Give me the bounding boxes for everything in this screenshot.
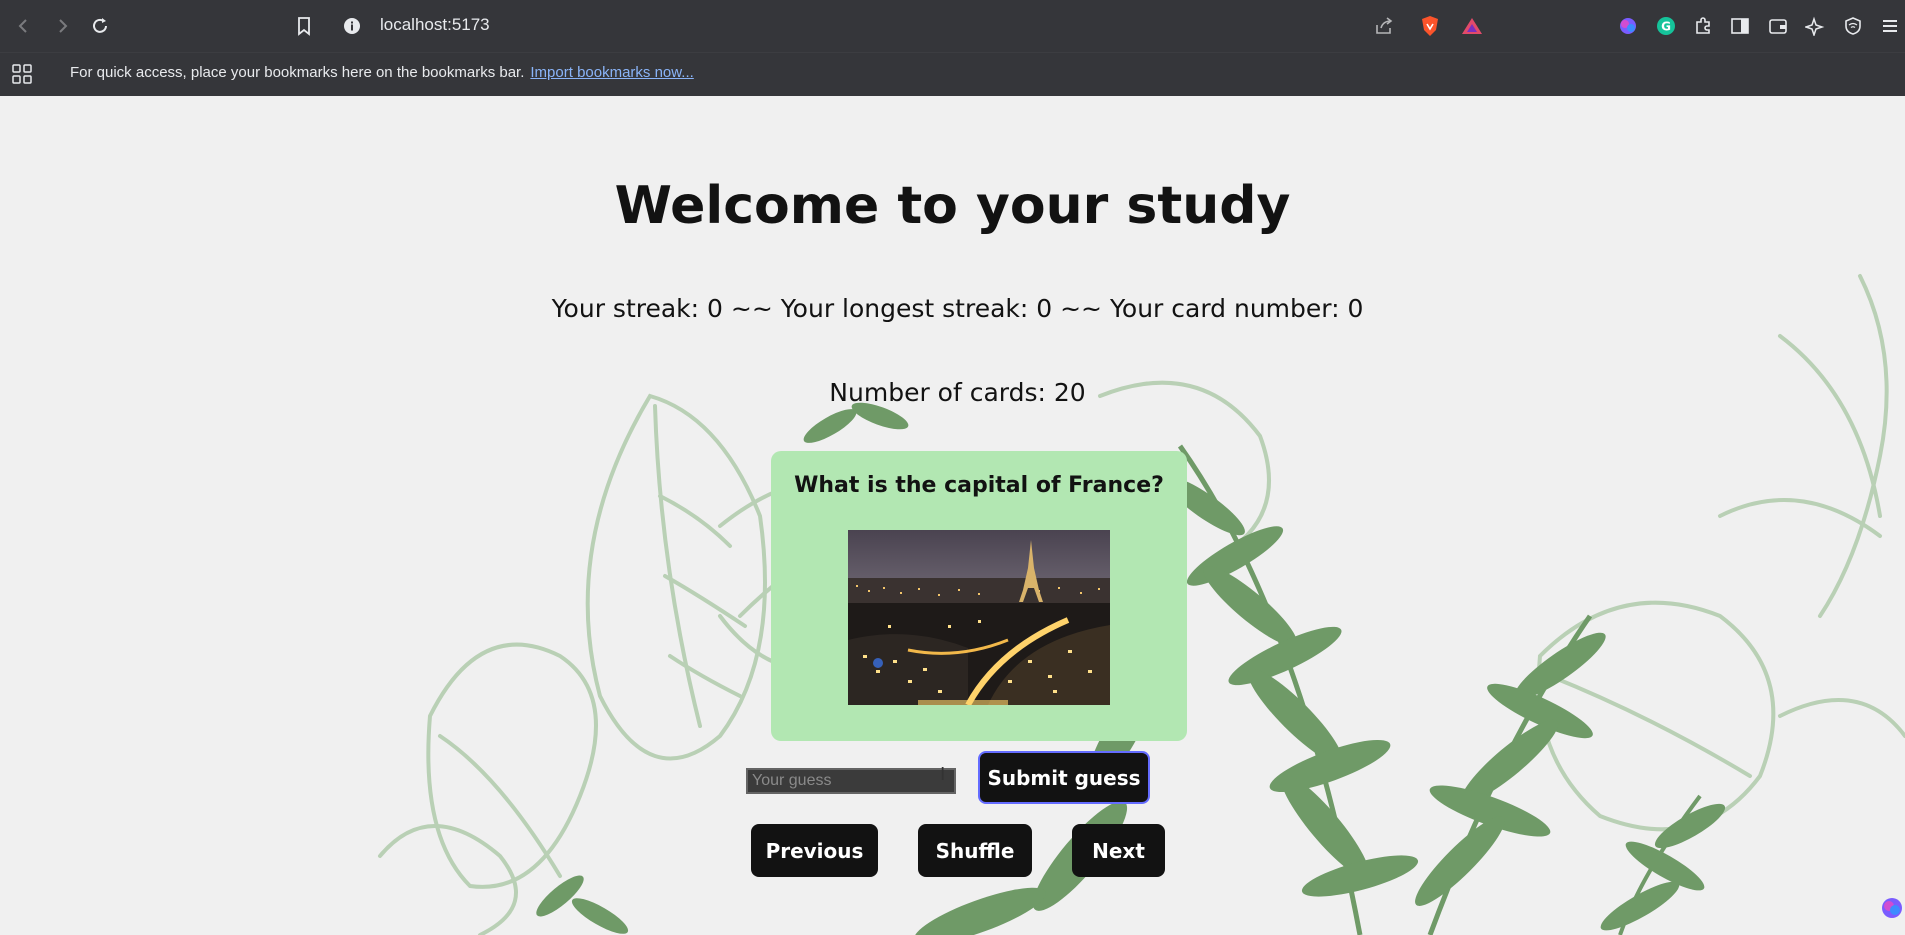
brave-shields-icon[interactable] — [1418, 14, 1442, 38]
page-title: Welcome to your study — [614, 176, 1291, 236]
grammarly-icon[interactable]: G — [1654, 14, 1678, 38]
flashcard[interactable]: What is the capital of France? — [771, 451, 1187, 741]
back-icon[interactable] — [12, 14, 36, 38]
streak-stats: Your streak: 0 ~~ Your longest streak: 0… — [551, 294, 1364, 323]
card-count: Number of cards: 20 — [829, 378, 1086, 407]
bookmark-icon[interactable] — [292, 14, 316, 38]
address-bar-url[interactable]: localhost:5173 — [380, 15, 490, 35]
leo-ai-icon[interactable] — [1803, 14, 1827, 38]
paris-night-skyline-image — [848, 530, 1110, 705]
card-question: What is the capital of France? — [794, 473, 1164, 498]
browser-toolbar: localhost:5173 G — [0, 0, 1905, 52]
text-cursor-icon: I — [940, 764, 946, 785]
previous-button[interactable]: Previous — [751, 824, 878, 877]
apps-grid-icon[interactable] — [11, 63, 33, 89]
extension-badge-icon[interactable] — [1880, 896, 1904, 924]
extension-brain-icon[interactable] — [1616, 14, 1640, 38]
submit-guess-button[interactable]: Submit guess — [978, 751, 1150, 804]
share-icon[interactable] — [1372, 14, 1396, 38]
forward-icon[interactable] — [50, 14, 74, 38]
reload-icon[interactable] — [88, 14, 112, 38]
menu-icon[interactable] — [1878, 14, 1902, 38]
svg-text:G: G — [1661, 20, 1671, 34]
vpn-shield-icon[interactable] — [1841, 14, 1865, 38]
extensions-puzzle-icon[interactable] — [1691, 14, 1715, 38]
guess-input[interactable] — [746, 768, 956, 794]
import-bookmarks-link[interactable]: Import bookmarks now... — [530, 64, 693, 81]
sidebar-icon[interactable] — [1728, 14, 1752, 38]
page-content: Welcome to your study Your streak: 0 ~~ … — [0, 96, 1905, 935]
site-info-icon[interactable] — [340, 14, 364, 38]
bookmarks-bar: For quick access, place your bookmarks h… — [0, 52, 1905, 96]
next-button[interactable]: Next — [1072, 824, 1165, 877]
bookmarks-bar-message: For quick access, place your bookmarks h… — [70, 64, 694, 81]
shuffle-button[interactable]: Shuffle — [918, 824, 1032, 877]
brave-rewards-icon[interactable] — [1460, 14, 1484, 38]
bookmarks-hint-text: For quick access, place your bookmarks h… — [70, 64, 525, 81]
wallet-icon[interactable] — [1766, 14, 1790, 38]
